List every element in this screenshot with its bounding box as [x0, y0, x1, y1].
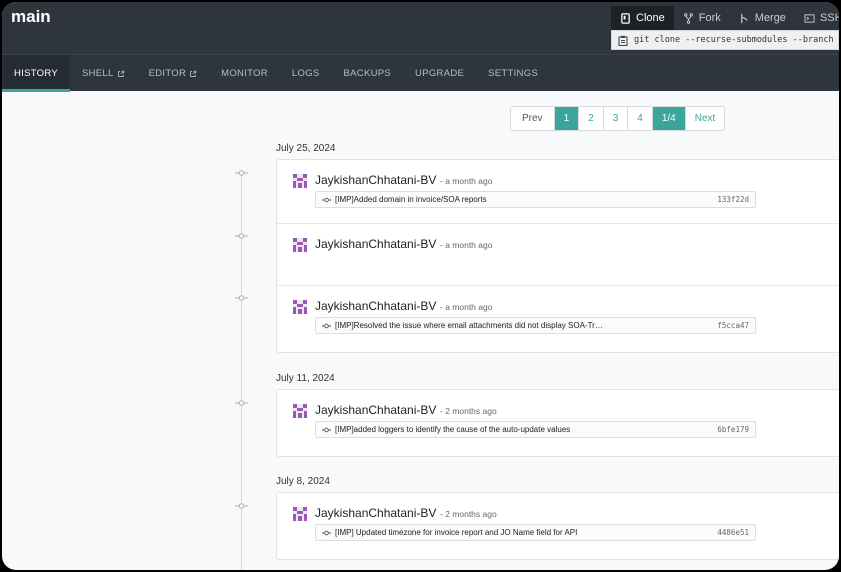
- commit-message: [IMP] Updated timezone for invoice repor…: [335, 528, 578, 537]
- commit-icon: [322, 427, 331, 432]
- app-window: main Clone Fork Merge SSH git clone --re…: [2, 2, 839, 570]
- page-title: main: [11, 7, 51, 26]
- commit-message-box[interactable]: [IMP] Updated timezone for invoice repor…: [315, 524, 756, 541]
- tab-label: UPGRADE: [415, 68, 465, 79]
- page-3-button[interactable]: 3: [604, 107, 629, 130]
- avatar: [293, 404, 307, 418]
- commit-message: [IMP]Resolved the issue where email atta…: [335, 321, 603, 330]
- tab-label: EDITOR: [148, 68, 187, 79]
- commit-icon: [322, 530, 331, 535]
- commit-sha[interactable]: 133f22d: [717, 195, 749, 204]
- ssh-label: SSH: [819, 12, 839, 24]
- tab-label: BACKUPS: [343, 68, 392, 79]
- fork-button[interactable]: Fork: [674, 6, 730, 30]
- timeline-commit-icon: [235, 400, 248, 406]
- commit-sha[interactable]: 6bfe179: [717, 425, 749, 434]
- commit-time: - a month ago: [440, 176, 493, 186]
- avatar: [293, 507, 307, 521]
- tab-backups[interactable]: BACKUPS: [332, 55, 404, 92]
- tab-monitor[interactable]: MONITOR: [209, 55, 280, 92]
- fork-icon: [683, 12, 693, 24]
- clone-icon: [621, 12, 630, 24]
- next-page-button[interactable]: Next: [686, 107, 725, 130]
- date-header: July 11, 2024: [276, 373, 335, 384]
- commit-row[interactable]: JaykishanChhatani-BV - a month ago [IMP]Re…: [277, 285, 839, 354]
- commit-author[interactable]: JaykishanChhatani-BV: [315, 299, 436, 313]
- git-actions: Clone Fork Merge SSH: [611, 6, 839, 51]
- date-header: July 8, 2024: [276, 476, 330, 487]
- commit-row[interactable]: JaykishanChhatani-BV - a month ago: [277, 223, 839, 285]
- avatar: [293, 238, 307, 252]
- tab-label: SHELL: [81, 68, 114, 79]
- top-header: main Clone Fork Merge SSH: [2, 2, 839, 54]
- external-link-icon: [117, 70, 124, 77]
- avatar: [293, 174, 307, 188]
- commit-message-box[interactable]: [IMP]Added domain in invoice/SOA reports…: [315, 191, 756, 208]
- commit-group: JaykishanChhatani-BV - 2 months ago [IMP]a…: [276, 389, 839, 457]
- clipboard-icon[interactable]: [612, 35, 634, 46]
- commit-author[interactable]: JaykishanChhatani-BV: [315, 237, 436, 251]
- page-2-button[interactable]: 2: [579, 107, 604, 130]
- clone-command-box: [611, 30, 839, 50]
- tab-shell[interactable]: SHELL: [70, 55, 137, 92]
- page-1-button[interactable]: 1: [554, 107, 580, 130]
- external-link-icon: [190, 70, 197, 77]
- timeline-commit-icon: [235, 295, 248, 301]
- commit-time: - 2 months ago: [440, 406, 497, 416]
- clone-button[interactable]: Clone: [611, 6, 674, 30]
- tab-label: MONITOR: [221, 68, 268, 79]
- page-4-button[interactable]: 4: [628, 107, 653, 130]
- commit-group: JaykishanChhatani-BV - 2 months ago [IMP] …: [276, 492, 839, 560]
- commit-row[interactable]: JaykishanChhatani-BV - 2 months ago [IMP]a…: [277, 390, 839, 458]
- commit-icon: [322, 323, 331, 328]
- clone-label: Clone: [636, 12, 665, 24]
- ssh-button[interactable]: SSH: [795, 6, 839, 30]
- terminal-icon: [804, 13, 815, 23]
- merge-icon: [740, 13, 748, 23]
- tab-history[interactable]: HISTORY: [2, 55, 70, 92]
- page-status: 1/4: [652, 107, 686, 130]
- commit-author[interactable]: JaykishanChhatani-BV: [315, 173, 436, 187]
- tab-editor[interactable]: EDITOR: [137, 55, 210, 92]
- commit-row[interactable]: JaykishanChhatani-BV - a month ago [IMP]Ad…: [277, 160, 839, 223]
- commit-message-box[interactable]: [IMP]Resolved the issue where email atta…: [315, 317, 756, 334]
- commit-author[interactable]: JaykishanChhatani-BV: [315, 403, 436, 417]
- fork-label: Fork: [698, 12, 721, 24]
- commit-group: JaykishanChhatani-BV - a month ago [IMP]Ad…: [276, 159, 839, 353]
- avatar: [293, 300, 307, 314]
- tab-logs[interactable]: LOGS: [280, 55, 332, 92]
- date-header: July 25, 2024: [276, 143, 336, 154]
- prev-page-button[interactable]: Prev: [511, 107, 555, 130]
- commit-sha[interactable]: f5cca47: [717, 321, 749, 330]
- commit-message: [IMP]added loggers to identify the cause…: [335, 425, 571, 434]
- commit-time: - a month ago: [440, 302, 493, 312]
- merge-label: Merge: [754, 12, 786, 24]
- pagination: Prev 1 2 3 4 1/4 Next: [510, 106, 726, 131]
- timeline-commit-icon: [235, 233, 248, 239]
- tab-settings[interactable]: SETTINGS: [476, 55, 550, 92]
- tab-label: SETTINGS: [488, 68, 539, 79]
- tab-label: HISTORY: [14, 68, 58, 79]
- commit-icon: [322, 197, 331, 202]
- tab-bar: HISTORY SHELL EDITOR MONITOR LOGS BACKUPS UPGR…: [2, 54, 839, 92]
- timeline-commit-icon: [235, 503, 248, 509]
- timeline-commit-icon: [235, 170, 248, 176]
- commit-message: [IMP]Added domain in invoice/SOA reports: [335, 195, 487, 204]
- commit-time: - a month ago: [440, 240, 493, 250]
- commit-author[interactable]: JaykishanChhatani-BV: [315, 506, 436, 520]
- commit-message-box[interactable]: [IMP]added loggers to identify the cause…: [315, 421, 756, 438]
- commit-time: - 2 months ago: [440, 509, 497, 519]
- commit-sha[interactable]: 4486e51: [717, 528, 749, 537]
- clone-command-input[interactable]: [634, 35, 834, 45]
- tab-upgrade[interactable]: UPGRADE: [403, 55, 476, 92]
- commit-row[interactable]: JaykishanChhatani-BV - 2 months ago [IMP] …: [277, 493, 839, 561]
- merge-button[interactable]: Merge: [730, 6, 795, 30]
- tab-label: LOGS: [291, 68, 320, 79]
